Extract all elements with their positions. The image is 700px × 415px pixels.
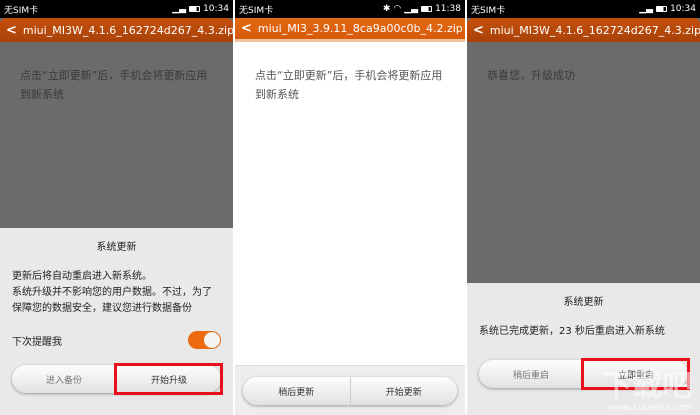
dialog-title: 系统更新 (563, 297, 604, 308)
header-title: miui_MI3W_4.1.6_162724d267_4.3.zip (489, 23, 700, 37)
watermark: 下载吧 www.xiazaiba.com (602, 369, 692, 414)
battery-icon (421, 6, 433, 12)
clock: 10:34 (670, 4, 696, 14)
signal-icon: ▁▃ (639, 4, 654, 14)
dialog-text: 系统已完成更新，23 秒后重启进入新系统 (479, 326, 665, 337)
dialog-buttons: 进入备份 开始升级 (12, 363, 223, 395)
clock: 10:34 (203, 4, 229, 14)
content-text: 恭喜您，升级成功 (487, 69, 575, 82)
screen-update-white: 无SIM卡 ✱ ◠ ▁▃ 11:38 < miui_MI3_3.9.11_8ca9a0… (235, 0, 465, 415)
carrier-label: 无SIM卡 (4, 5, 39, 16)
update-dialog: 系统更新 更新后将自动重启进入新系统。 系统升级并不影响您的用户数据。不过，为了… (0, 228, 233, 415)
remind-row: 下次提醒我 (12, 331, 221, 349)
status-bar: 无SIM卡 ▁▃ 10:34 (467, 0, 700, 18)
back-icon[interactable]: < (6, 23, 17, 38)
header-title: miui_MI3_3.9.11_8ca9a00c0b_4.2.zip (257, 22, 463, 35)
remind-toggle[interactable] (188, 331, 221, 349)
status-bar: 无SIM卡 ▁▃ 10:34 (0, 0, 233, 18)
dialog-line: 系统升级并不影响您的用户数据。不过，为了保障您的数据安全，建议您进行数据备份 (12, 287, 212, 314)
screen-update-prompt: 无SIM卡 ▁▃ 10:34 < miui_MI3W_4.1.6_162724d2… (0, 0, 233, 415)
content-text: 点击“立即更新”后，手机会将更新应用到新系统 (255, 69, 443, 101)
back-icon[interactable]: < (473, 23, 484, 38)
remind-label: 下次提醒我 (12, 336, 62, 348)
wifi-icon: ◠ (393, 4, 402, 14)
watermark-url: www.xiazaiba.com (608, 403, 692, 413)
start-update-button[interactable]: 开始更新 (349, 377, 458, 405)
back-icon[interactable]: < (241, 21, 252, 36)
bottom-bar: 稍后更新 开始更新 (235, 365, 465, 415)
later-update-button[interactable]: 稍后更新 (243, 377, 350, 405)
app-header: < miui_MI3W_4.1.6_162724d267_4.3.zip (467, 18, 700, 42)
signal-icon: ▁▃ (172, 4, 187, 14)
carrier-label: 无SIM卡 (239, 5, 274, 16)
app-header: < miui_MI3_3.9.11_8ca9a00c0b_4.2.zip (235, 18, 465, 42)
dialog-title: 系统更新 (96, 242, 137, 253)
battery-icon (189, 6, 201, 12)
battery-icon (656, 6, 668, 12)
restart-dialog: 系统更新 系统已完成更新，23 秒后重启进入新系统 稍后重启 立即重启 下载吧 … (467, 283, 700, 415)
content-text: 点击“立即更新”后，手机会将更新应用到新系统 (20, 69, 208, 101)
bottom-buttons: 稍后更新 开始更新 (243, 377, 457, 405)
dialog-line: 更新后将自动重启进入新系统。 (12, 271, 152, 282)
signal-icon: ▁▃ (404, 4, 419, 14)
restart-later-button[interactable]: 稍后重启 (479, 360, 583, 388)
screen-update-success: 无SIM卡 ▁▃ 10:34 < miui_MI3W_4.1.6_162724d2… (467, 0, 700, 415)
start-upgrade-button[interactable]: 开始升级 (114, 363, 223, 395)
watermark-logo: 下载吧 (602, 369, 692, 404)
clock: 11:38 (435, 4, 461, 14)
backup-button[interactable]: 进入备份 (12, 365, 116, 393)
status-bar: 无SIM卡 ✱ ◠ ▁▃ 11:38 (235, 0, 465, 18)
carrier-label: 无SIM卡 (471, 5, 506, 16)
bluetooth-icon: ✱ (382, 4, 391, 14)
app-header: < miui_MI3W_4.1.6_162724d267_4.3.zip (0, 18, 233, 42)
header-title: miui_MI3W_4.1.6_162724d267_4.3.zip (22, 23, 233, 37)
